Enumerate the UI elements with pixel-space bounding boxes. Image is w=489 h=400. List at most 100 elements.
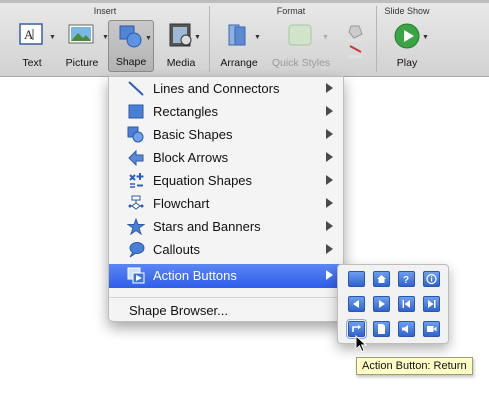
document-icon — [378, 324, 385, 334]
chevron-down-icon: ▼ — [422, 34, 429, 41]
play-icon — [393, 22, 421, 53]
menu-item-rectangles[interactable]: Rectangles — [109, 100, 343, 123]
arrange-button-label: Arrange — [220, 57, 258, 69]
group-title-insert: Insert — [93, 6, 117, 16]
action-button-end[interactable] — [423, 296, 440, 312]
menu-item-stars-and-banners[interactable]: Stars and Banners — [109, 215, 343, 238]
menu-item-label: Flowchart — [153, 196, 210, 211]
menu-item-action-buttons[interactable]: Action Buttons — [109, 264, 343, 288]
svg-text:?: ? — [403, 275, 409, 286]
mouse-pointer-icon — [355, 334, 368, 358]
arrange-icon — [225, 22, 253, 51]
menu-item-label: Stars and Banners — [153, 219, 261, 234]
action-button-document[interactable] — [373, 321, 390, 337]
group-divider — [209, 6, 210, 72]
action-button-help[interactable]: ? — [398, 271, 415, 287]
chevron-down-icon: ▼ — [194, 34, 201, 41]
action-button-sound[interactable] — [398, 321, 415, 337]
paint-bucket-icon — [345, 22, 367, 65]
movie-icon — [427, 326, 437, 332]
ribbon-toolbar: Insert Format Slide Show A ▼ Text ▼ Pict… — [0, 0, 489, 77]
menu-item-label: Lines and Connectors — [153, 81, 280, 96]
group-title-slide-show: Slide Show — [384, 6, 430, 16]
fill-color-button[interactable] — [338, 20, 374, 72]
menu-item-label: Block Arrows — [153, 150, 229, 165]
action-button-information[interactable] — [423, 271, 440, 287]
picture-button-label: Picture — [65, 57, 99, 69]
menu-item-callouts[interactable]: Callouts — [109, 238, 343, 261]
action-button-beginning[interactable] — [398, 296, 415, 312]
chevron-right-icon — [326, 175, 333, 185]
text-button-label: Text — [22, 57, 42, 69]
chevron-right-icon — [326, 152, 333, 162]
shape-menu: Lines and Connectors Rectangles Basic Sh… — [108, 76, 344, 322]
block-arrow-icon — [128, 149, 144, 166]
chevron-right-icon — [326, 198, 333, 208]
information-icon — [426, 273, 437, 285]
chevron-down-icon: ▼ — [322, 34, 329, 41]
chevron-right-icon — [326, 244, 333, 254]
chevron-right-icon — [326, 106, 333, 116]
forward-icon — [379, 300, 385, 308]
home-icon — [377, 275, 386, 283]
text-box-icon: A — [18, 22, 46, 49]
action-button-icon — [127, 267, 145, 284]
action-button-forward[interactable] — [373, 296, 390, 312]
basic-shapes-icon — [127, 126, 144, 143]
return-icon — [352, 324, 361, 332]
picture-button[interactable]: ▼ Picture — [58, 20, 109, 72]
callout-icon — [129, 242, 145, 258]
quick-styles-label: Quick Styles — [271, 57, 331, 69]
equation-icon — [129, 173, 144, 188]
flowchart-icon — [128, 195, 144, 210]
sound-icon — [402, 325, 408, 333]
tooltip: Action Button: Return — [356, 357, 473, 375]
quick-styles-icon — [286, 22, 316, 51]
chevron-down-icon: ▼ — [49, 34, 56, 41]
group-divider — [376, 6, 377, 72]
menu-item-label: Callouts — [153, 242, 200, 257]
shape-icon — [117, 23, 145, 52]
action-button-movie[interactable] — [423, 321, 440, 337]
menu-item-shape-browser[interactable]: Shape Browser... — [109, 299, 343, 322]
play-button-label: Play — [396, 57, 418, 69]
menu-item-block-arrows[interactable]: Block Arrows — [109, 146, 343, 169]
media-button-label: Media — [166, 57, 196, 69]
chevron-right-icon — [326, 129, 333, 139]
play-button[interactable]: ▼ Play — [384, 20, 430, 72]
action-buttons-submenu: ? — [337, 264, 449, 344]
menu-item-label: Equation Shapes — [153, 173, 253, 188]
shape-button-label: Shape — [115, 56, 147, 68]
menu-separator — [109, 297, 343, 298]
menu-item-label: Shape Browser... — [129, 303, 228, 318]
menu-item-flowchart[interactable]: Flowchart — [109, 192, 343, 215]
picture-icon — [67, 22, 97, 49]
quick-styles-button[interactable]: ▼ Quick Styles — [268, 20, 334, 72]
media-icon — [167, 22, 195, 51]
help-icon: ? — [403, 275, 409, 286]
chevron-right-icon — [326, 221, 333, 231]
action-button-blank[interactable] — [348, 271, 365, 287]
media-button[interactable]: ▼ Media — [158, 20, 204, 72]
menu-item-lines-and-connectors[interactable]: Lines and Connectors — [109, 77, 343, 100]
blank-icon — [349, 272, 364, 286]
ribbon-top-edge — [0, 0, 489, 3]
menu-item-basic-shapes[interactable]: Basic Shapes — [109, 123, 343, 146]
chevron-down-icon: ▼ — [145, 35, 152, 42]
menu-item-label: Rectangles — [153, 104, 219, 119]
menu-item-equation-shapes[interactable]: Equation Shapes — [109, 169, 343, 192]
arrange-button[interactable]: ▼ Arrange — [214, 20, 264, 72]
chevron-down-icon: ▼ — [254, 34, 261, 41]
rectangle-icon — [128, 104, 144, 119]
chevron-right-icon — [326, 83, 333, 93]
end-icon — [428, 300, 436, 308]
beginning-icon — [402, 300, 410, 308]
action-button-back[interactable] — [348, 296, 365, 312]
action-button-home[interactable] — [373, 271, 390, 287]
star-icon — [127, 218, 145, 235]
menu-item-label: Action Buttons — [153, 268, 237, 283]
text-button[interactable]: A ▼ Text — [8, 20, 56, 72]
line-icon — [128, 81, 144, 96]
shape-button[interactable]: ▼ Shape — [108, 20, 154, 72]
group-title-format: Format — [276, 6, 306, 16]
